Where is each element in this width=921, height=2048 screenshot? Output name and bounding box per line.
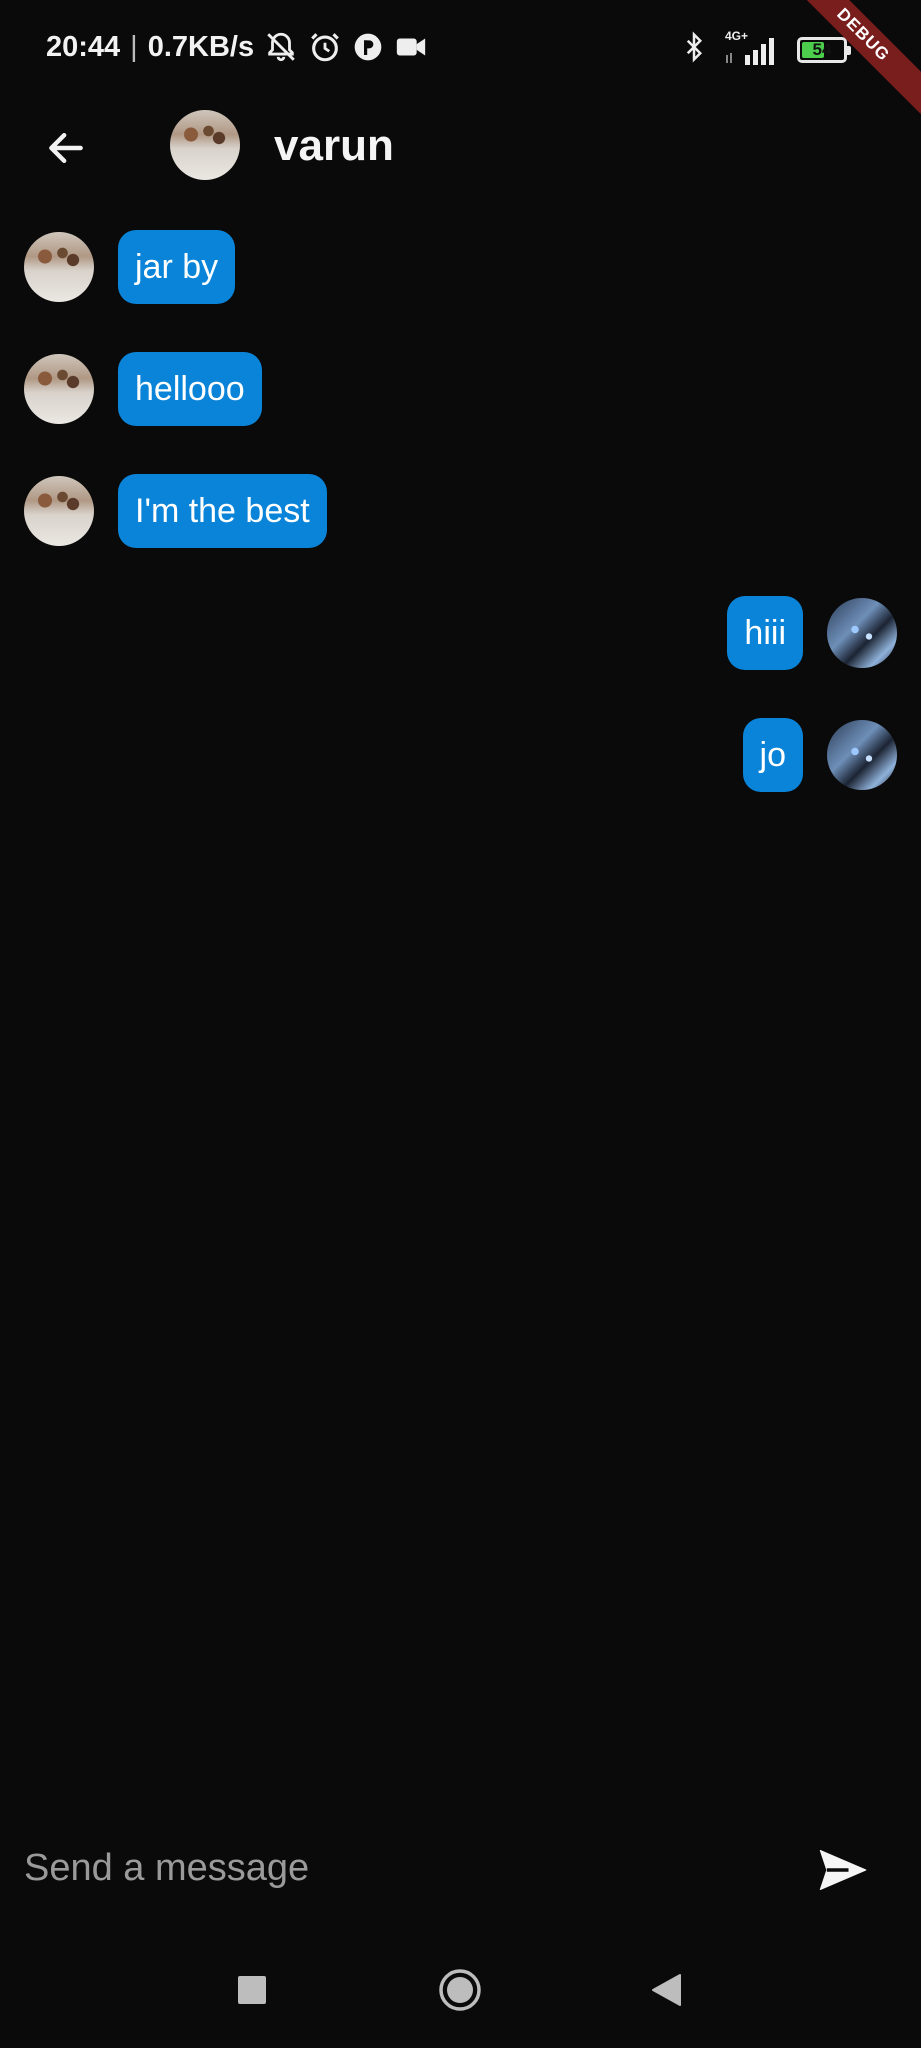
message-bubble[interactable]: jo bbox=[742, 718, 803, 792]
message-row-outgoing: hiii bbox=[727, 596, 897, 670]
alarm-icon bbox=[308, 30, 342, 64]
message-bubble[interactable]: hellooo bbox=[118, 352, 262, 426]
recents-square-icon bbox=[238, 1976, 266, 2004]
send-icon bbox=[819, 1849, 867, 1891]
arrow-left-icon bbox=[49, 132, 83, 164]
status-network-speed: 0.7KB/s bbox=[147, 30, 255, 63]
message-bubble[interactable]: I'm the best bbox=[118, 474, 327, 548]
recents-button[interactable] bbox=[222, 1960, 282, 2020]
home-circle-icon bbox=[439, 1969, 481, 2011]
status-bar: 20:44 | 0.7KB/s 4G+ 54 bbox=[0, 0, 921, 100]
message-row-incoming: I'm the best bbox=[24, 474, 327, 548]
sender-avatar bbox=[24, 476, 94, 546]
message-input[interactable] bbox=[24, 1838, 784, 1898]
contact-avatar[interactable] bbox=[170, 110, 240, 180]
message-bubble[interactable]: hiii bbox=[727, 596, 803, 670]
app-icon bbox=[352, 31, 384, 63]
video-icon bbox=[394, 30, 428, 64]
home-button[interactable] bbox=[430, 1960, 490, 2020]
message-row-incoming: jar by bbox=[24, 230, 236, 304]
status-separator: | bbox=[130, 30, 138, 63]
status-time: 20:44 bbox=[46, 30, 121, 63]
battery-level: 54 bbox=[812, 39, 832, 59]
own-avatar bbox=[827, 720, 897, 790]
back-button[interactable] bbox=[38, 120, 94, 176]
system-nav-bar bbox=[0, 1950, 921, 2030]
bell-off-icon bbox=[264, 30, 298, 64]
message-row-outgoing: jo bbox=[742, 718, 897, 792]
status-left: 20:44 | 0.7KB/s bbox=[46, 30, 428, 64]
contact-name: varun bbox=[274, 121, 394, 170]
back-nav-button[interactable] bbox=[636, 1960, 696, 2020]
send-button[interactable] bbox=[812, 1840, 872, 1900]
message-composer bbox=[0, 1830, 921, 1910]
message-row-incoming: hellooo bbox=[24, 352, 262, 426]
battery-icon: 54 bbox=[797, 36, 851, 63]
message-bubble[interactable]: jar by bbox=[118, 230, 236, 304]
back-triangle-icon bbox=[652, 1974, 681, 2006]
signal-icon: 4G+ bbox=[723, 29, 783, 67]
status-right: 4G+ 54 bbox=[679, 29, 851, 69]
own-avatar bbox=[827, 598, 897, 668]
app-bar: varun bbox=[0, 100, 921, 190]
bluetooth-icon bbox=[679, 30, 709, 69]
sender-avatar bbox=[24, 232, 94, 302]
sender-avatar bbox=[24, 354, 94, 424]
